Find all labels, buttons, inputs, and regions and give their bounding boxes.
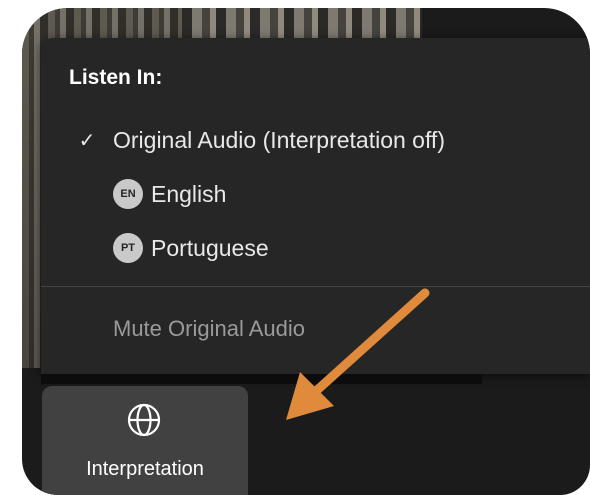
menu-item-english[interactable]: EN English [41,172,590,216]
menu-item-portuguese[interactable]: PT Portuguese [41,226,590,270]
globe-icon [127,403,161,437]
interpretation-button[interactable]: Interpretation [42,386,248,495]
original-audio-label: Original Audio (Interpretation off) [113,126,445,153]
menu-title: Listen In: [69,66,163,89]
meeting-window: Listen In: ✓ Original Audio (Interpretat… [22,8,590,495]
listen-in-menu: Listen In: ✓ Original Audio (Interpretat… [41,38,590,374]
portuguese-label: Portuguese [151,234,269,261]
menu-item-original-audio[interactable]: ✓ Original Audio (Interpretation off) [41,118,590,162]
language-badge-en: EN [113,179,143,209]
menu-divider [41,286,590,287]
mute-original-audio-item[interactable]: Mute Original Audio [113,316,305,342]
language-badge-pt: PT [113,233,143,263]
interpretation-label: Interpretation [86,458,204,480]
check-icon: ✓ [78,129,96,152]
toolbar-edge [41,374,482,384]
english-label: English [151,180,227,207]
